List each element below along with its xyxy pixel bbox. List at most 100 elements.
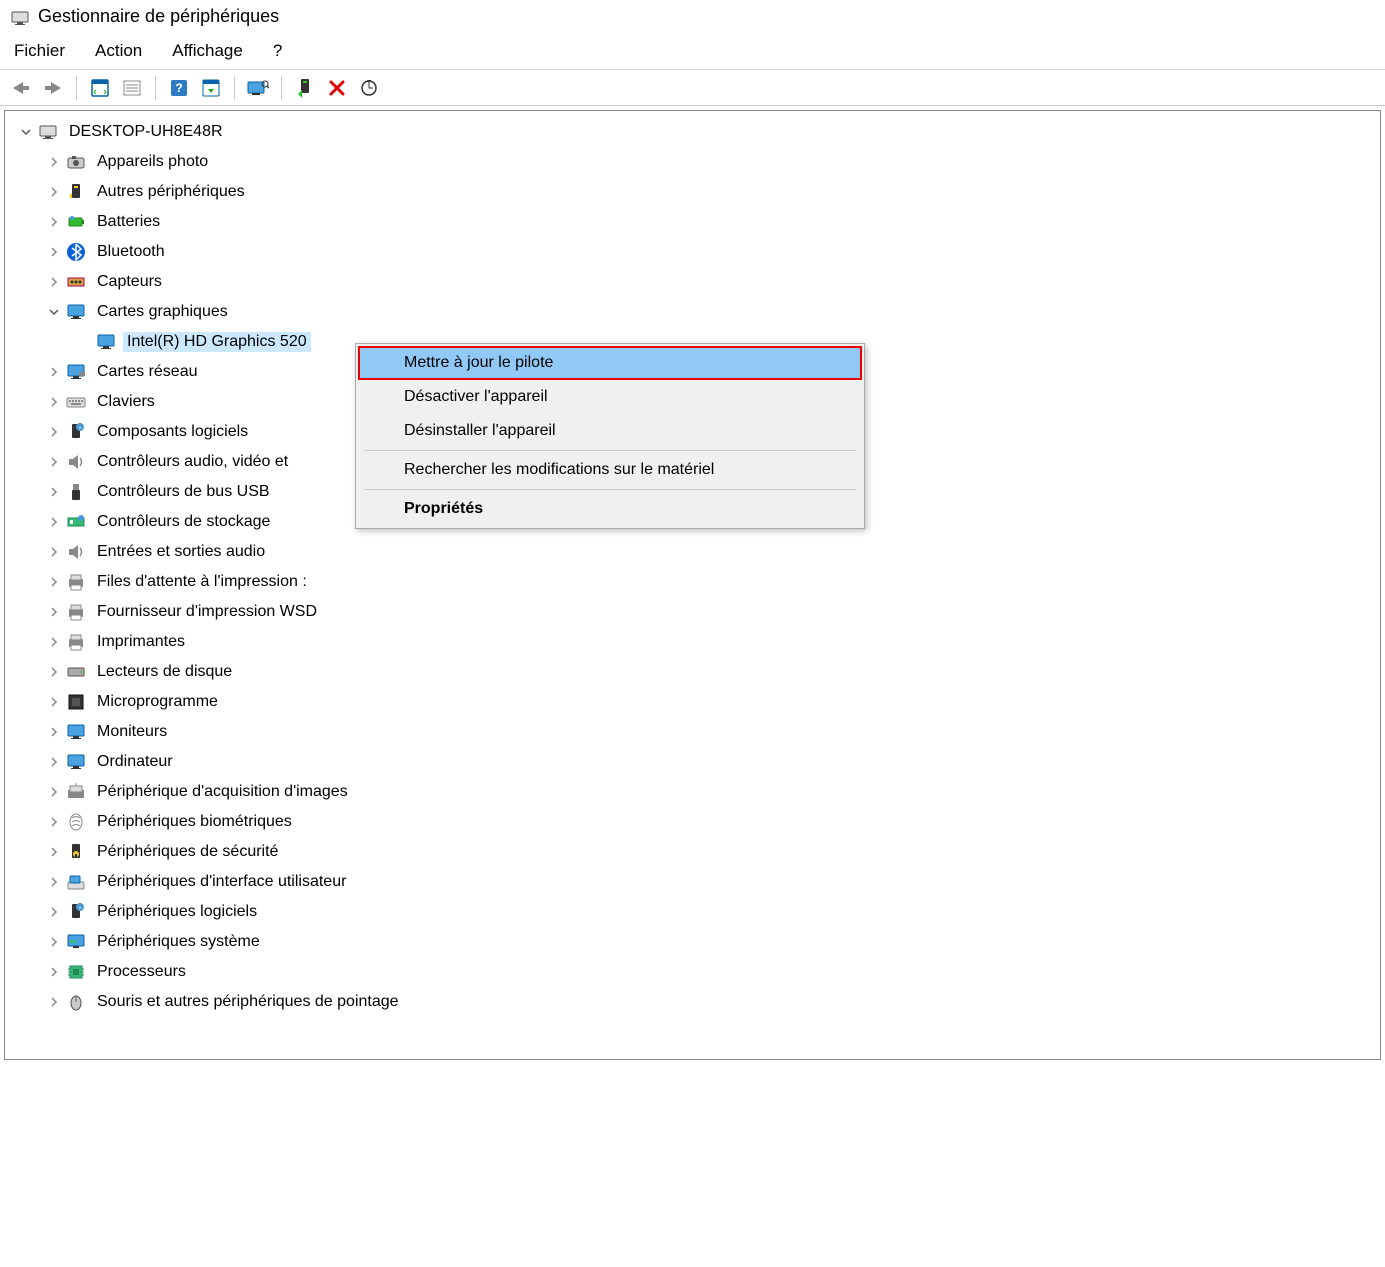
menu-file[interactable]: Fichier — [14, 41, 65, 61]
tree-category[interactable]: Processeurs — [5, 957, 1380, 987]
tree-category-label: Capteurs — [93, 272, 166, 292]
menu-view[interactable]: Affichage — [172, 41, 243, 61]
usb-icon — [65, 481, 87, 503]
expander-closed-icon[interactable] — [45, 783, 63, 801]
expander-closed-icon[interactable] — [45, 183, 63, 201]
expander-closed-icon[interactable] — [45, 273, 63, 291]
biometric-icon — [65, 811, 87, 833]
battery-icon — [65, 211, 87, 233]
expander-closed-icon[interactable] — [45, 663, 63, 681]
tree-category[interactable]: Imprimantes — [5, 627, 1380, 657]
tree-category[interactable]: Périphériques de sécurité — [5, 837, 1380, 867]
tree-category[interactable]: Fournisseur d'impression WSD — [5, 597, 1380, 627]
expander-closed-icon[interactable] — [45, 513, 63, 531]
cm-disable-device[interactable]: Désactiver l'appareil — [358, 380, 862, 414]
expander-closed-icon[interactable] — [45, 543, 63, 561]
toolbar-sep-1 — [76, 76, 77, 100]
expander-closed-icon[interactable] — [45, 393, 63, 411]
tree-category[interactable]: Périphériques système — [5, 927, 1380, 957]
toolbar-sep-2 — [155, 76, 156, 100]
tree-category[interactable]: Bluetooth — [5, 237, 1380, 267]
tree-category-label: Claviers — [93, 392, 159, 412]
expander-closed-icon[interactable] — [45, 363, 63, 381]
expander-closed-icon[interactable] — [45, 813, 63, 831]
toolbar: ? — [0, 70, 1385, 106]
toolbar-back[interactable] — [8, 75, 34, 101]
monitor-icon — [65, 721, 87, 743]
expander-closed-icon[interactable] — [45, 603, 63, 621]
tree-category[interactable]: Autres périphériques — [5, 177, 1380, 207]
tree-category[interactable]: Périphériques biométriques — [5, 807, 1380, 837]
expander-closed-icon[interactable] — [45, 153, 63, 171]
expander-open-icon[interactable] — [17, 123, 35, 141]
cm-uninstall-device[interactable]: Désinstaller l'appareil — [358, 414, 862, 448]
tree-category-label: Moniteurs — [93, 722, 171, 742]
tree-category-label: Fournisseur d'impression WSD — [93, 602, 321, 622]
expander-closed-icon[interactable] — [45, 873, 63, 891]
tree-category-label: Entrées et sorties audio — [93, 542, 269, 562]
tree-category-label: Périphérique d'acquisition d'images — [93, 782, 352, 802]
tree-root-label: DESKTOP-UH8E48R — [65, 122, 227, 142]
cm-update-driver[interactable]: Mettre à jour le pilote — [358, 346, 862, 380]
titlebar: Gestionnaire de périphériques — [0, 0, 1385, 33]
tree-category-label: Appareils photo — [93, 152, 212, 172]
camera-icon — [65, 151, 87, 173]
toolbar-enable[interactable] — [292, 75, 318, 101]
expander-closed-icon[interactable] — [45, 993, 63, 1011]
expander-closed-icon[interactable] — [45, 633, 63, 651]
toolbar-update[interactable] — [245, 75, 271, 101]
tree-root[interactable]: DESKTOP-UH8E48R — [5, 117, 1380, 147]
tree-category[interactable]: Microprogramme — [5, 687, 1380, 717]
tree-category[interactable]: Entrées et sorties audio — [5, 537, 1380, 567]
expander-closed-icon[interactable] — [45, 453, 63, 471]
tree-category[interactable]: +Périphériques logiciels — [5, 897, 1380, 927]
tree-category-label: Périphériques logiciels — [93, 902, 261, 922]
expander-closed-icon[interactable] — [45, 243, 63, 261]
display-icon — [65, 301, 87, 323]
tree-category-label: Files d'attente à l'impression : — [93, 572, 311, 592]
tree-category[interactable]: Lecteurs de disque — [5, 657, 1380, 687]
network-icon — [65, 361, 87, 383]
tree-category-label: Contrôleurs de stockage — [93, 512, 274, 532]
expander-closed-icon[interactable] — [45, 723, 63, 741]
expander-closed-icon[interactable] — [45, 933, 63, 951]
expander-closed-icon[interactable] — [45, 843, 63, 861]
expander-closed-icon[interactable] — [45, 903, 63, 921]
expander-closed-icon[interactable] — [45, 213, 63, 231]
toolbar-properties-frame[interactable] — [87, 75, 113, 101]
toolbar-forward[interactable] — [40, 75, 66, 101]
tree-category[interactable]: Files d'attente à l'impression : — [5, 567, 1380, 597]
expander-closed-icon[interactable] — [45, 483, 63, 501]
toolbar-show[interactable] — [198, 75, 224, 101]
tree-category[interactable]: Moniteurs — [5, 717, 1380, 747]
tree-category-label: Lecteurs de disque — [93, 662, 236, 682]
expander-closed-icon[interactable] — [45, 423, 63, 441]
expander-closed-icon[interactable] — [45, 753, 63, 771]
cm-scan-hardware[interactable]: Rechercher les modifications sur le maté… — [358, 453, 862, 487]
tree-category-label: Cartes réseau — [93, 362, 202, 382]
tree-category[interactable]: Périphériques d'interface utilisateur — [5, 867, 1380, 897]
expander-closed-icon[interactable] — [45, 963, 63, 981]
expander-closed-icon[interactable] — [45, 573, 63, 591]
cm-properties[interactable]: Propriétés — [358, 492, 862, 526]
menu-help[interactable]: ? — [273, 41, 282, 61]
storage-icon — [65, 511, 87, 533]
toolbar-uninstall[interactable] — [324, 75, 350, 101]
toolbar-scan[interactable] — [356, 75, 382, 101]
computer-icon — [37, 121, 59, 143]
tree-category[interactable]: Souris et autres périphériques de pointa… — [5, 987, 1380, 1017]
expander-closed-icon[interactable] — [45, 693, 63, 711]
tree-category-label: Périphériques de sécurité — [93, 842, 282, 862]
toolbar-sep-3 — [234, 76, 235, 100]
toolbar-help[interactable]: ? — [166, 75, 192, 101]
tree-category-label: Périphériques système — [93, 932, 264, 952]
tree-category[interactable]: Appareils photo — [5, 147, 1380, 177]
tree-category[interactable]: Périphérique d'acquisition d'images — [5, 777, 1380, 807]
menu-action[interactable]: Action — [95, 41, 142, 61]
expander-open-icon[interactable] — [45, 303, 63, 321]
tree-category[interactable]: Cartes graphiques — [5, 297, 1380, 327]
tree-category[interactable]: Ordinateur — [5, 747, 1380, 777]
toolbar-list[interactable] — [119, 75, 145, 101]
tree-category[interactable]: Capteurs — [5, 267, 1380, 297]
tree-category[interactable]: Batteries — [5, 207, 1380, 237]
